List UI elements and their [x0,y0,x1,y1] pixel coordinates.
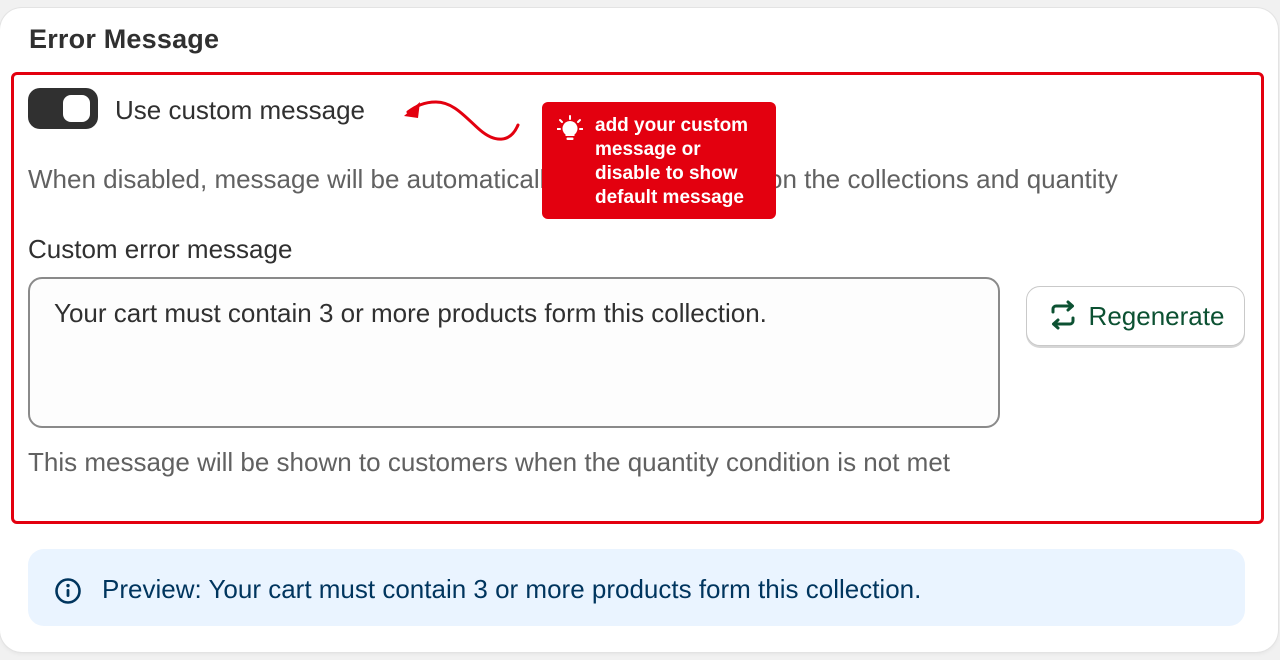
custom-error-message-textarea[interactable]: Your cart must contain 3 or more product… [28,277,1000,428]
use-custom-message-toggle[interactable] [28,88,98,129]
custom-message-help-text: This message will be shown to customers … [28,447,951,477]
info-icon [54,577,82,610]
preview-text: Preview: Your cart must contain 3 or mor… [102,574,922,604]
toggle-label[interactable]: Use custom message [115,95,365,126]
annotation-text: add your custom message or disable to sh… [595,115,749,208]
annotation-arrow-icon [404,100,520,141]
regenerate-label: Regenerate [1088,300,1225,331]
toggle-knob [63,95,90,122]
custom-error-message-label: Custom error message [28,234,293,264]
regenerate-button[interactable]: Regenerate [1026,286,1245,346]
refresh-icon [1047,300,1079,333]
lightbulb-icon [556,115,584,148]
section-title: Error Message [29,24,220,54]
